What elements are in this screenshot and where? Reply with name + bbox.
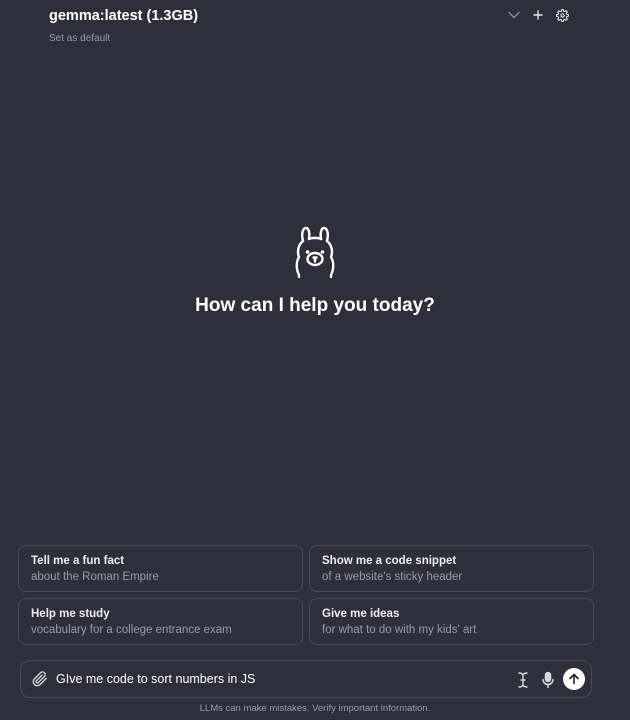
header-actions xyxy=(506,6,570,24)
send-button[interactable] xyxy=(563,668,585,690)
suggestion-subtitle: vocabulary for a college entrance exam xyxy=(31,624,232,636)
set-default-link[interactable]: Set as default xyxy=(49,33,110,44)
header: gemma:latest (1.3GB) Set as default xyxy=(49,6,570,50)
suggestion-subtitle: of a website's sticky header xyxy=(322,571,463,583)
suggestion-title: Help me study xyxy=(31,608,110,620)
prompt-input[interactable] xyxy=(56,667,496,691)
text-cursor-icon[interactable] xyxy=(516,671,532,689)
model-selector-title[interactable]: gemma:latest (1.3GB) xyxy=(49,8,198,24)
suggestion-card[interactable]: Give me ideas for what to do with my kid… xyxy=(309,598,594,645)
chevron-down-icon[interactable] xyxy=(506,6,522,24)
gear-icon[interactable] xyxy=(554,6,570,24)
suggestion-title: Show me a code snippet xyxy=(322,555,457,567)
plus-icon[interactable] xyxy=(530,6,546,24)
suggestion-card[interactable]: Show me a code snippet of a website's st… xyxy=(309,545,594,592)
microphone-icon[interactable] xyxy=(541,671,557,689)
disclaimer-text: LLMs can make mistakes. Verify important… xyxy=(199,703,431,714)
greeting-heading: How can I help you today? xyxy=(195,295,435,316)
suggestion-card[interactable]: Tell me a fun fact about the Roman Empir… xyxy=(18,545,303,592)
suggestion-card[interactable]: Help me study vocabulary for a college e… xyxy=(18,598,303,645)
suggestion-subtitle: for what to do with my kids' art xyxy=(322,624,477,636)
welcome-hero: How can I help you today? xyxy=(0,225,630,317)
paperclip-icon[interactable] xyxy=(32,671,48,687)
arrow-up-icon xyxy=(569,673,579,685)
suggestion-title: Tell me a fun fact xyxy=(31,555,125,567)
suggestion-subtitle: about the Roman Empire xyxy=(31,571,159,583)
message-composer xyxy=(20,660,592,698)
suggestion-title: Give me ideas xyxy=(322,608,400,620)
suggestion-grid: Tell me a fun fact about the Roman Empir… xyxy=(18,545,594,645)
llama-icon xyxy=(291,225,339,281)
chat-app: gemma:latest (1.3GB) Set as default How … xyxy=(0,0,630,720)
